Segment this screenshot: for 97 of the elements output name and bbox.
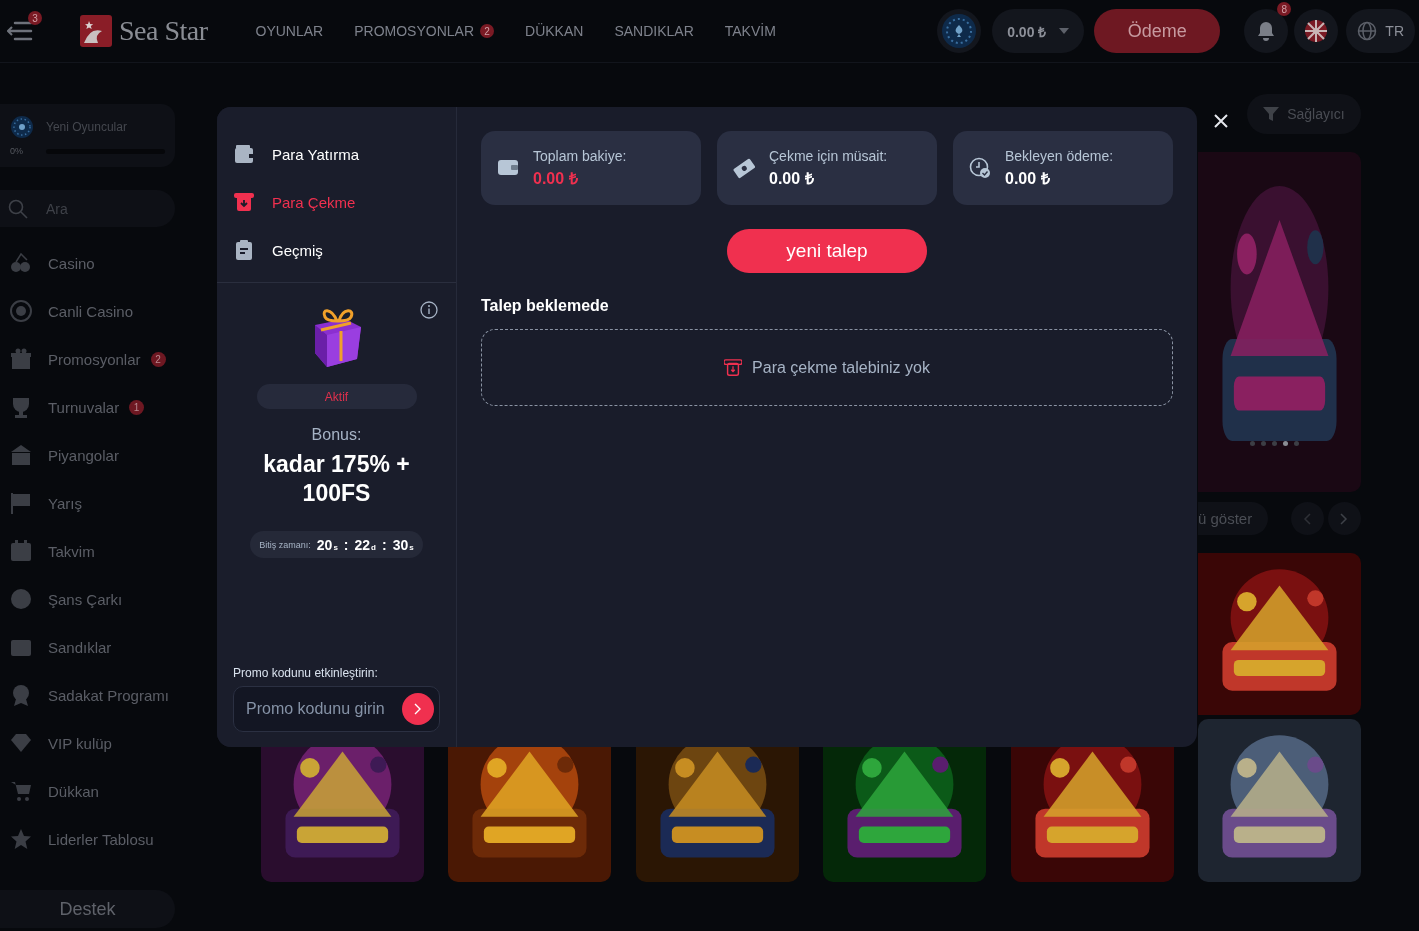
chip-icon [10, 114, 34, 139]
balance-value: 0.00 ₺ [769, 168, 815, 189]
new-request-button[interactable]: yeni talep [727, 229, 927, 273]
chip-icon [941, 13, 978, 49]
carousel-dot[interactable] [1271, 441, 1277, 446]
menu-item[interactable]: Para Yatırma [234, 130, 456, 178]
caret-icon [1058, 27, 1071, 35]
close-icon [1214, 114, 1228, 128]
bonus-title: kadar 175% + 100FS [262, 450, 411, 508]
flag-icon [10, 492, 32, 514]
badge-icon [10, 684, 32, 706]
sidebar-item[interactable]: Sadakat Programı [0, 671, 175, 719]
section-title: Talep beklemede [481, 297, 610, 315]
sidebar-item[interactable]: Turnuvalar [0, 383, 120, 431]
sidebar-item[interactable]: Liderler Tablosu [0, 815, 175, 863]
show-all-button[interactable]: ü göster [1197, 502, 1269, 535]
carousel-dot[interactable] [1282, 441, 1288, 446]
balance-amount: 0.00 ₺ [1007, 22, 1047, 41]
language-code: TR [1385, 23, 1404, 39]
building-icon [10, 444, 32, 466]
atm-icon [724, 358, 743, 377]
timer-separator: : [382, 536, 387, 553]
nav-link[interactable]: TAKVİM [724, 23, 776, 39]
carousel-dot[interactable] [1249, 441, 1255, 446]
gift-icon [10, 348, 32, 370]
diamond-icon [10, 732, 32, 754]
status-pill: Aktif [256, 384, 417, 409]
sidebar-item[interactable]: VIP kulüp [0, 719, 175, 767]
bell-icon [1256, 20, 1277, 42]
cherries-icon [10, 252, 32, 274]
balance-label: Çekme için müsait: [769, 147, 888, 164]
wallet-icon [234, 144, 254, 164]
star-icon [10, 828, 32, 850]
count-badge: 3 [28, 11, 42, 25]
balance-value: 0.00 ₺ [1005, 168, 1051, 189]
balance-label: Bekleyen ödeme: [1005, 147, 1114, 164]
chevron-right-icon [414, 703, 422, 715]
provider-button[interactable]: Sağlayıcı [1246, 94, 1361, 134]
logo-text: Sea Star [119, 15, 208, 47]
empty-message: Para çekme talebiniz yok [752, 358, 930, 377]
clipboard-icon [234, 240, 254, 260]
progress-label: Yeni Oyuncular [46, 119, 128, 134]
nav-link[interactable]: SANDIKLAR [614, 23, 694, 39]
sidebar-item[interactable]: Promosyonlar [0, 335, 141, 383]
timer-value: 22 [354, 536, 371, 553]
sidebar-item[interactable]: Yarış [0, 479, 175, 527]
info-icon[interactable] [420, 301, 438, 319]
search-icon [8, 198, 28, 219]
language-selector[interactable]: TR [1346, 9, 1415, 53]
sidebar-item[interactable]: Piyangolar [0, 431, 175, 479]
timer-label: Bitiş zamanı: [259, 539, 311, 550]
sidebar-item[interactable]: Dükkan [0, 767, 175, 815]
count-badge: 2 [480, 24, 495, 38]
sidebar-item[interactable]: Casino [0, 239, 175, 287]
timer-unit: s [333, 542, 338, 552]
menu-item[interactable]: Geçmiş [234, 226, 456, 274]
chevron-left-icon [1303, 512, 1312, 525]
atm-icon [234, 192, 254, 212]
clock-icon [969, 157, 991, 179]
avatar[interactable] [937, 9, 982, 53]
menu-icon[interactable] [7, 20, 33, 42]
logo-icon [80, 15, 112, 47]
nav-link[interactable]: DÜKKAN [525, 23, 584, 39]
count-badge: 8 [1277, 2, 1292, 16]
sidebar-item[interactable]: Şans Çarkı [0, 575, 175, 623]
menu-item[interactable]: Para Çekme [234, 178, 456, 226]
globe-icon [1357, 21, 1378, 41]
filter-icon [1263, 106, 1280, 122]
timer-unit: d [371, 542, 376, 552]
balance-label: Toplam bakiye: [533, 147, 627, 164]
payment-button[interactable]: Ödeme [1094, 9, 1221, 53]
nav-link[interactable]: OYUNLAR [255, 23, 324, 39]
sidebar-item[interactable]: Takvim [0, 527, 175, 575]
progress-percent: 0% [10, 146, 24, 157]
support-button[interactable]: Destek [0, 890, 175, 928]
cart-icon [10, 780, 32, 802]
timer-separator: : [343, 536, 349, 553]
sidebar-item[interactable]: Sandıklar [0, 623, 175, 671]
trophy-icon [10, 396, 32, 418]
chevron-right-icon [1340, 512, 1349, 525]
promo-code-field[interactable]: Promo kodunu girin [233, 686, 440, 732]
bonus-label: Bonus: [311, 426, 362, 444]
nav-link[interactable]: PROMOSYONLAR [354, 23, 475, 39]
timer-value: 30 [392, 536, 409, 553]
timer-value: 20 [316, 536, 333, 553]
carousel-dot[interactable] [1260, 441, 1266, 446]
balance-selector[interactable]: 0.00 ₺ [992, 9, 1085, 53]
sidebar-item[interactable]: Canli Casino [0, 287, 175, 335]
count-badge: 1 [129, 399, 145, 415]
wheel-button[interactable] [1294, 9, 1339, 53]
calendar-icon [10, 540, 32, 562]
count-badge: 2 [150, 351, 166, 367]
timer-unit: s [409, 542, 414, 552]
promo-label: Promo kodunu etkinleştirin: [233, 666, 379, 680]
carousel-dot[interactable] [1293, 441, 1299, 446]
balance-value: 0.00 ₺ [533, 168, 579, 189]
chip-icon [10, 300, 32, 322]
